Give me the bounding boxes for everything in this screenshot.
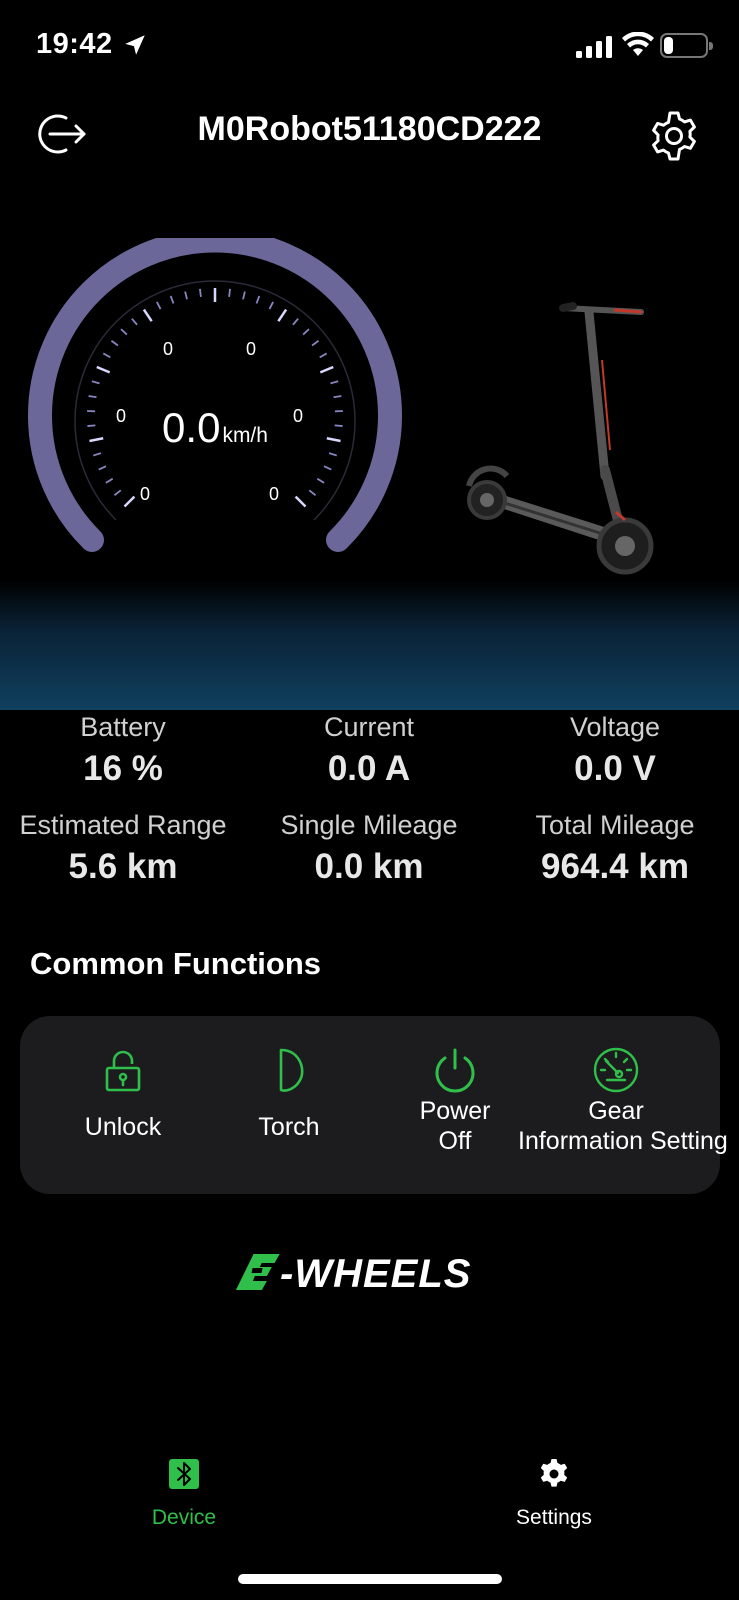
speed-value: 0.0 xyxy=(162,404,221,451)
gauge-tick xyxy=(102,352,111,359)
gauge-tick xyxy=(105,477,114,484)
stat-value: 16 % xyxy=(83,749,163,788)
gauge-tick xyxy=(131,318,138,326)
torch-button[interactable]: Torch xyxy=(206,1016,372,1194)
unlock-label: Unlock xyxy=(84,1113,162,1141)
gauge-tick xyxy=(113,489,122,496)
gauge-tick xyxy=(88,395,97,399)
stat-single-mileage: Single Mileage 0.0 km xyxy=(246,810,492,887)
header: M0Robot51180CD222 xyxy=(0,92,739,170)
logout-icon[interactable] xyxy=(36,110,88,158)
location-arrow-icon xyxy=(125,35,145,55)
stat-label: Current xyxy=(323,712,415,742)
stat-label: Battery xyxy=(80,712,166,742)
stat-current: Current 0.0 A xyxy=(246,712,492,789)
gauge-tick xyxy=(268,301,274,310)
stat-value: 0.0 km xyxy=(314,847,424,886)
gauge-tick xyxy=(311,340,320,347)
gauge-tick xyxy=(110,340,119,347)
gauge-tick xyxy=(292,318,299,326)
gauge-tick xyxy=(294,495,307,508)
power-off-button[interactable]: Power Off xyxy=(372,1016,538,1194)
wifi-icon xyxy=(622,32,654,56)
speed-readout: 0.0km/h xyxy=(20,404,410,452)
status-bar: 19:42 22 xyxy=(0,0,739,92)
dashboard: 0 0 0 0 0 0 0.0km/h xyxy=(0,170,739,710)
gauge-tick xyxy=(330,380,339,385)
gauge-tick xyxy=(319,365,334,374)
gear-information-setting-button[interactable]: Gear Information Setting xyxy=(518,1016,728,1194)
stat-label: Total Mileage xyxy=(535,810,695,840)
gauge-tick xyxy=(328,452,338,457)
torch-icon xyxy=(279,1048,304,1092)
gauge-tick xyxy=(316,477,325,484)
gauge-tick xyxy=(302,328,310,336)
tab-settings[interactable]: Settings xyxy=(484,1450,624,1530)
battery-level-text: 22 xyxy=(674,36,694,55)
gauge-tick xyxy=(98,465,107,471)
battery-indicator: 22 xyxy=(660,33,713,58)
gauge-tick xyxy=(242,291,246,300)
stat-value: 5.6 km xyxy=(68,847,178,886)
gauge-tick xyxy=(96,365,111,374)
power-icon xyxy=(435,1048,475,1093)
stat-total-mileage: Total Mileage 964.4 km xyxy=(492,810,738,887)
gauge-tick xyxy=(184,291,188,300)
gauge-tick xyxy=(199,288,202,297)
gear-icon[interactable] xyxy=(648,110,700,162)
tab-label: Settings xyxy=(516,1506,592,1529)
brand-text: -WHEELS xyxy=(280,1252,471,1292)
stat-estimated-range: Estimated Range 5.6 km xyxy=(0,810,246,887)
gauge-icon xyxy=(593,1047,639,1093)
common-functions-panel: Unlock Torch Power Off Gear Information … xyxy=(20,1016,728,1194)
gauge-tick xyxy=(91,380,100,385)
gauge-tick xyxy=(277,308,288,322)
cellular-signal-icon xyxy=(576,36,612,58)
gauge-tick xyxy=(333,395,342,399)
status-time: 19:42 xyxy=(36,28,113,60)
gauge-tick xyxy=(255,295,261,304)
gauge-scale-label: 0 xyxy=(139,484,150,504)
section-title: Common Functions xyxy=(30,946,322,981)
unlock-icon xyxy=(105,1050,141,1092)
gear-label-line2: Information Setting xyxy=(518,1127,728,1155)
scooter-image xyxy=(466,302,654,575)
stat-value: 0.0 A xyxy=(327,749,411,788)
gauge-tick xyxy=(142,308,153,322)
device-title: M0Robot51180CD222 xyxy=(197,110,542,148)
speed-unit: km/h xyxy=(222,424,268,447)
torch-label: Torch xyxy=(258,1113,320,1141)
brand-logo: -WHEELS xyxy=(235,1252,471,1292)
power-off-label-line2: Off xyxy=(438,1127,472,1155)
tab-label: Device xyxy=(151,1506,217,1529)
gauge-tick xyxy=(156,301,162,310)
stat-value: 964.4 km xyxy=(541,847,689,886)
gauge-scale-label: 0 xyxy=(162,339,173,359)
gauge-tick xyxy=(169,295,175,304)
gauge-tick xyxy=(120,328,128,336)
bluetooth-icon xyxy=(169,1459,199,1489)
speedometer-gauge: 0 0 0 0 0 0 0.0km/h xyxy=(20,238,410,578)
stats-grid: Battery 16 % Current 0.0 A Voltage 0.0 V… xyxy=(0,712,739,912)
gauge-tick xyxy=(92,452,102,457)
stat-battery: Battery 16 % xyxy=(0,712,246,789)
gauge-tick xyxy=(319,352,328,359)
gauge-scale-label: 0 xyxy=(268,484,279,504)
gauge-scale-label: 0 xyxy=(245,339,256,359)
gear-icon xyxy=(540,1459,568,1487)
power-off-label-line1: Power xyxy=(419,1097,491,1125)
unlock-button[interactable]: Unlock xyxy=(40,1016,206,1194)
gauge-tick xyxy=(308,489,317,496)
stat-value: 0.0 V xyxy=(574,749,656,788)
stat-label: Estimated Range xyxy=(19,810,227,840)
stat-voltage: Voltage 0.0 V xyxy=(492,712,738,789)
gauge-tick xyxy=(323,465,332,471)
gauge-tick xyxy=(228,288,231,297)
home-indicator xyxy=(238,1574,502,1584)
tab-device[interactable]: Device xyxy=(114,1450,254,1530)
stat-label: Single Mileage xyxy=(280,810,458,840)
stat-label: Voltage xyxy=(569,712,661,742)
gear-label-line1: Gear xyxy=(588,1097,644,1125)
